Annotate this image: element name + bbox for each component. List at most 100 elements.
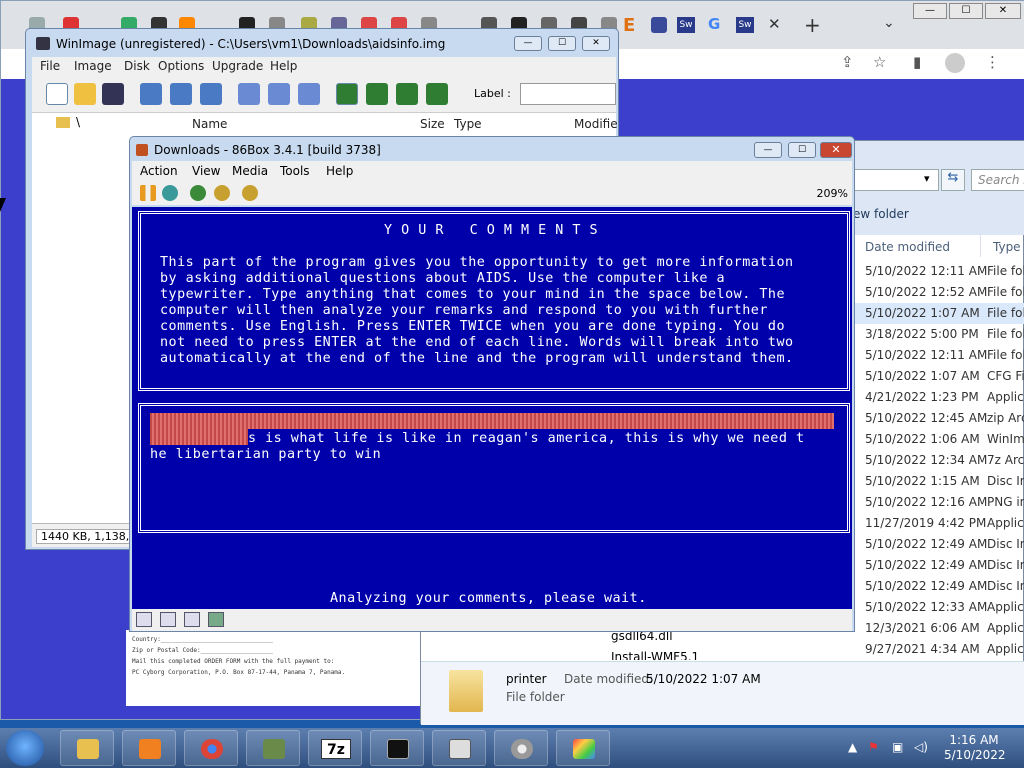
bookmark-star-icon[interactable]: ☆ xyxy=(873,53,886,71)
new-image-icon[interactable] xyxy=(46,83,68,105)
chrome-maximize-button[interactable]: ☐ xyxy=(949,3,983,19)
column-name[interactable]: Name xyxy=(192,117,227,131)
search-input[interactable]: Search D xyxy=(971,169,1024,191)
floppy-drive-icon[interactable] xyxy=(136,612,152,627)
file-row[interactable]: 5/10/2022 12:11 AMFile fold xyxy=(853,261,1024,282)
winimage-maximize-button[interactable]: ☐ xyxy=(548,36,576,51)
file-row[interactable]: 5/10/2022 12:34 AM7z Archi xyxy=(853,450,1024,471)
file-row[interactable]: 5/10/2022 12:52 AMFile fold xyxy=(853,282,1024,303)
winimage-close-button[interactable]: ✕ xyxy=(582,36,610,51)
taskbar-chrome[interactable] xyxy=(184,730,238,766)
taskbar-explorer[interactable] xyxy=(60,730,114,766)
delete-icon[interactable] xyxy=(298,83,320,105)
tab-sw-icon[interactable]: Sw xyxy=(736,17,754,33)
menu-upgrade[interactable]: Upgrade xyxy=(212,59,263,73)
tab-e-icon[interactable]: E xyxy=(623,15,635,36)
system-clock[interactable]: 1:16 AM 5/10/2022 xyxy=(944,733,1006,763)
file-row[interactable]: 9/27/2021 4:34 AM Applicati xyxy=(853,639,1024,660)
ctrl-alt-del-icon[interactable] xyxy=(190,185,206,201)
file-row[interactable]: 5/10/2022 1:15 AM Disc Ima xyxy=(853,471,1024,492)
menu-file[interactable]: File xyxy=(40,59,60,73)
file-row[interactable]: 11/27/2019 4:42 PMApplicati xyxy=(853,513,1024,534)
taskbar-paint[interactable] xyxy=(556,730,610,766)
column-size[interactable]: Size xyxy=(420,117,445,131)
taskbar-media-player[interactable] xyxy=(122,730,176,766)
extract-icon[interactable] xyxy=(238,83,260,105)
file-row[interactable]: 4/21/2022 1:23 PM Applicati xyxy=(853,387,1024,408)
menu-image[interactable]: Image xyxy=(74,59,112,73)
file-row[interactable]: 3/18/2022 5:00 PM File fold xyxy=(853,324,1024,345)
tab-google-icon[interactable]: G xyxy=(708,15,720,33)
refresh-button[interactable]: ⇆ xyxy=(941,169,965,191)
chrome-close-button[interactable]: ✕ xyxy=(985,3,1021,19)
taskbar-winimage[interactable] xyxy=(432,730,486,766)
side-panel-icon[interactable]: ▮ xyxy=(913,53,921,71)
menu-tools[interactable]: Tools xyxy=(280,164,310,178)
pause-icon[interactable] xyxy=(140,185,156,201)
sort-name-icon[interactable] xyxy=(336,83,358,105)
settings-icon[interactable] xyxy=(242,185,258,201)
file-row[interactable]: 5/10/2022 12:33 AMApplicati xyxy=(853,597,1024,618)
86box-minimize-button[interactable]: — xyxy=(754,142,782,158)
file-row[interactable]: 5/10/2022 12:49 AMDisc Ima xyxy=(853,576,1024,597)
label-input[interactable] xyxy=(520,83,616,105)
taskbar-7zip[interactable]: 7z xyxy=(308,730,362,766)
menu-action[interactable]: Action xyxy=(140,164,178,178)
menu-help[interactable]: Help xyxy=(326,164,353,178)
hard-disk-icon[interactable] xyxy=(184,612,200,627)
share-icon[interactable]: ⇪ xyxy=(841,53,854,71)
volume-icon[interactable]: ◁) xyxy=(914,740,928,754)
address-dropdown[interactable]: ▾ xyxy=(853,169,939,191)
reset-icon[interactable] xyxy=(162,185,178,201)
profile-avatar-icon[interactable] xyxy=(945,53,965,73)
file-row[interactable]: 5/10/2022 12:11 AMFile fold xyxy=(853,345,1024,366)
file-row[interactable]: 5/10/2022 12:16 AMPNG ima xyxy=(853,492,1024,513)
new-folder-button[interactable]: ew folder xyxy=(853,207,909,221)
column-date-modified[interactable]: Date modified xyxy=(853,235,981,257)
file-row[interactable]: 5/10/2022 12:45 AMzip Archi xyxy=(853,408,1024,429)
start-button[interactable] xyxy=(6,730,44,766)
menu-disk[interactable]: Disk xyxy=(124,59,150,73)
taskbar-disc-app[interactable] xyxy=(494,730,548,766)
new-tab-button[interactable]: + xyxy=(804,13,821,37)
sort-date-icon[interactable] xyxy=(426,83,448,105)
taskbar-cmd[interactable] xyxy=(370,730,424,766)
sort-ext-icon[interactable] xyxy=(366,83,388,105)
file-row[interactable]: 5/10/2022 1:07 AM File fold xyxy=(853,303,1024,324)
emulator-screen[interactable]: Y O U R C O M M E N T S This part of the… xyxy=(132,207,852,609)
tab-close-icon[interactable]: ✕ xyxy=(768,15,781,33)
file-row[interactable]: 5/10/2022 1:06 AM WinImag xyxy=(853,429,1024,450)
86box-close-button[interactable]: ✕ xyxy=(820,142,852,158)
tab-save-icon[interactable] xyxy=(651,17,667,33)
chrome-minimize-button[interactable]: — xyxy=(913,3,947,19)
inject-icon[interactable] xyxy=(268,83,290,105)
tab-sw-icon[interactable]: Sw xyxy=(677,17,695,33)
write-disk-icon[interactable] xyxy=(170,83,192,105)
menu-media[interactable]: Media xyxy=(232,164,268,178)
sound-icon[interactable] xyxy=(208,612,224,627)
tree-root[interactable]: \ xyxy=(76,115,80,129)
tray-expand-icon[interactable]: ▲ xyxy=(848,740,857,754)
column-type[interactable]: Type xyxy=(981,235,1024,257)
menu-help[interactable]: Help xyxy=(270,59,297,73)
format-disk-icon[interactable] xyxy=(200,83,222,105)
column-type[interactable]: Type xyxy=(454,117,482,131)
tab-search-chevron-icon[interactable]: ⌄ xyxy=(883,15,895,31)
file-row[interactable]: 12/3/2021 6:06 AM Applicati xyxy=(853,618,1024,639)
taskbar-86box[interactable] xyxy=(246,730,300,766)
sort-size-icon[interactable] xyxy=(396,83,418,105)
file-name-install-wmf[interactable]: Install-WMF5.1 xyxy=(611,650,699,660)
read-disk-icon[interactable] xyxy=(140,83,162,105)
column-modified[interactable]: Modifie xyxy=(574,117,618,131)
file-row[interactable]: 5/10/2022 12:49 AMDisc Ima xyxy=(853,555,1024,576)
chrome-menu-icon[interactable]: ⋮ xyxy=(985,53,1000,71)
menu-options[interactable]: Options xyxy=(158,59,204,73)
action-center-icon[interactable]: ⚑ xyxy=(868,740,879,754)
file-row[interactable]: 5/10/2022 1:07 AM CFG File xyxy=(853,366,1024,387)
menu-view[interactable]: View xyxy=(192,164,220,178)
open-folder-icon[interactable] xyxy=(74,83,96,105)
ctrl-alt-esc-icon[interactable] xyxy=(214,185,230,201)
winimage-minimize-button[interactable]: — xyxy=(514,36,542,51)
86box-maximize-button[interactable]: ☐ xyxy=(788,142,816,158)
save-icon[interactable] xyxy=(102,83,124,105)
